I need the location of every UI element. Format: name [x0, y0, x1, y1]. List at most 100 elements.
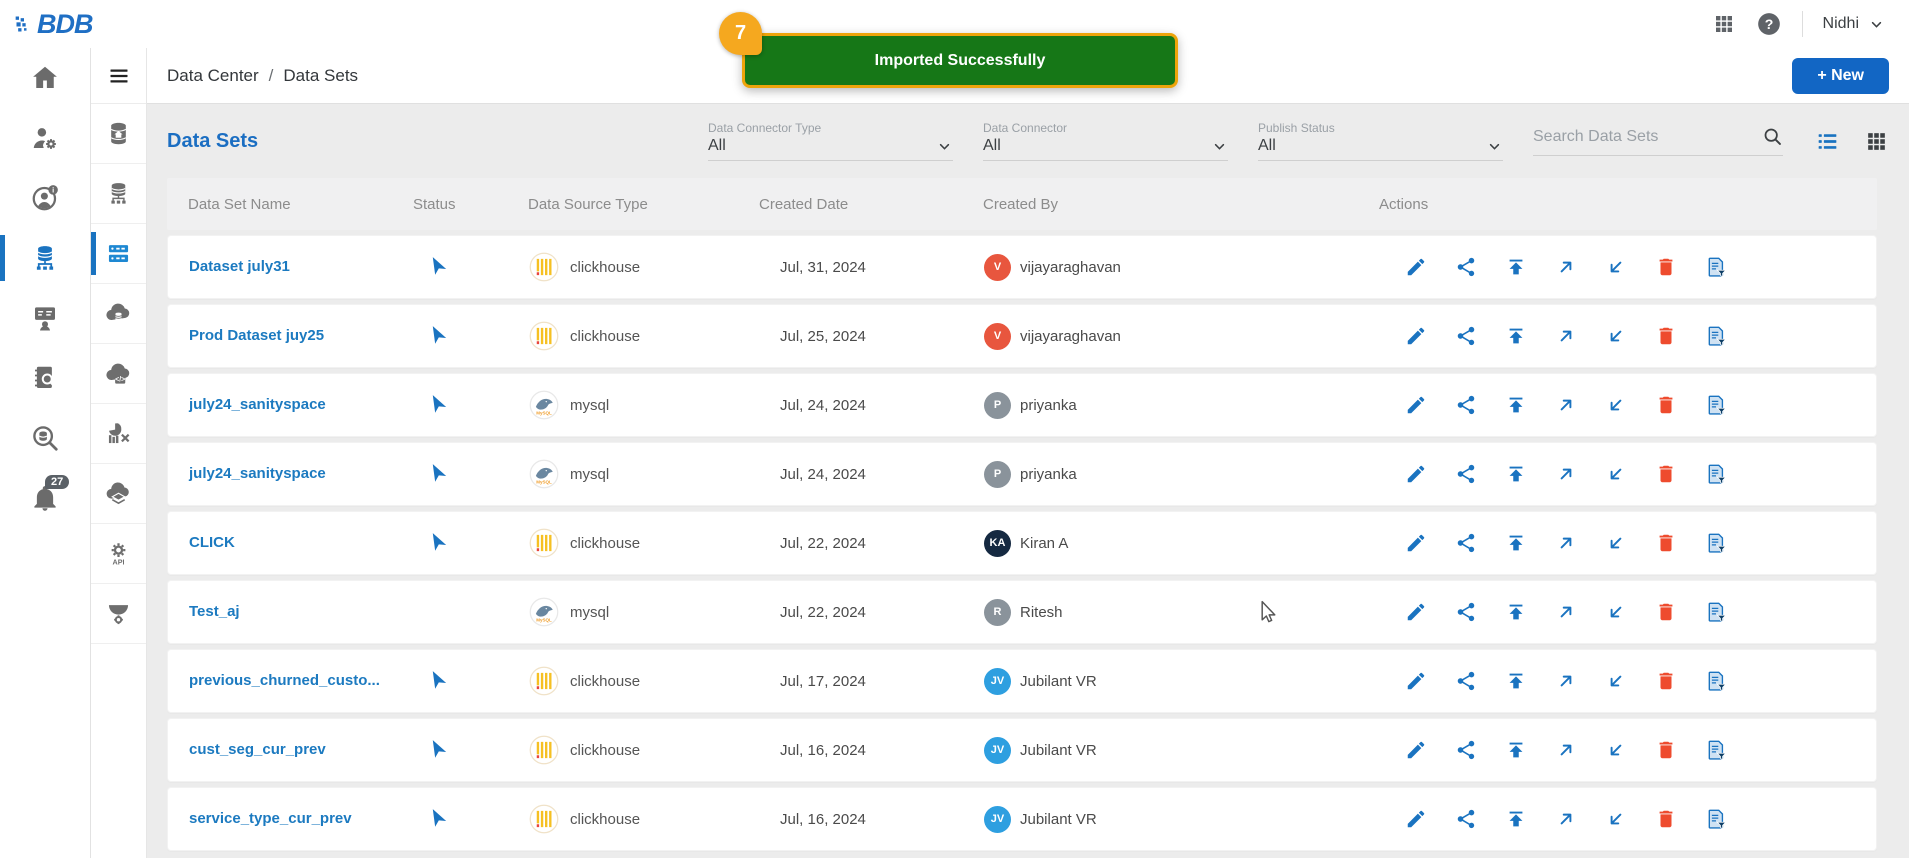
hamburger-menu-button[interactable]: [91, 48, 146, 104]
delete-icon[interactable]: [1655, 808, 1677, 830]
edit-icon[interactable]: [1405, 256, 1427, 278]
breadcrumb-data-sets[interactable]: Data Sets: [283, 66, 358, 86]
delete-icon[interactable]: [1655, 325, 1677, 347]
sidebar-item-data-connectors[interactable]: [91, 164, 146, 224]
sidebar-item-data-pipeline[interactable]: [91, 584, 146, 644]
edit-icon[interactable]: [1405, 808, 1427, 830]
data-prep-icon[interactable]: [1705, 739, 1727, 761]
sidebar-item-data-sets[interactable]: [91, 224, 146, 284]
sidebar-item-data-center[interactable]: [0, 228, 90, 288]
sidebar-item-api-services[interactable]: [91, 524, 146, 584]
dataset-name-link[interactable]: previous_churned_custo...: [189, 672, 380, 689]
share-icon[interactable]: [1455, 739, 1477, 761]
dataset-name-link[interactable]: Prod Dataset juy25: [189, 327, 324, 344]
help-icon[interactable]: [1756, 11, 1782, 37]
list-view-toggle[interactable]: [1815, 129, 1840, 154]
push-icon[interactable]: [1555, 463, 1577, 485]
publish-icon[interactable]: [1505, 463, 1527, 485]
delete-icon[interactable]: [1655, 256, 1677, 278]
pull-icon[interactable]: [1605, 808, 1627, 830]
sidebar-item-data-stores[interactable]: [91, 284, 146, 344]
pull-icon[interactable]: [1605, 601, 1627, 623]
publish-icon[interactable]: [1505, 808, 1527, 830]
edit-icon[interactable]: [1405, 394, 1427, 416]
dataset-name-link[interactable]: Dataset july31: [189, 258, 290, 275]
publish-icon[interactable]: [1505, 601, 1527, 623]
delete-icon[interactable]: [1655, 532, 1677, 554]
sidebar-item-data-science-lab[interactable]: [0, 288, 90, 348]
delete-icon[interactable]: [1655, 463, 1677, 485]
share-icon[interactable]: [1455, 670, 1477, 692]
new-button[interactable]: + New: [1792, 58, 1889, 94]
push-icon[interactable]: [1555, 532, 1577, 554]
dataset-name-link[interactable]: service_type_cur_prev: [189, 810, 352, 827]
delete-icon[interactable]: [1655, 739, 1677, 761]
apps-grid-icon[interactable]: [1712, 12, 1736, 36]
share-icon[interactable]: [1455, 463, 1477, 485]
sidebar-item-my-account[interactable]: [0, 168, 90, 228]
share-icon[interactable]: [1455, 532, 1477, 554]
sidebar-item-data-center-home[interactable]: [91, 104, 146, 164]
publish-icon[interactable]: [1505, 256, 1527, 278]
push-icon[interactable]: [1555, 670, 1577, 692]
sidebar-item-data-preparation[interactable]: [91, 404, 146, 464]
data-prep-icon[interactable]: [1705, 256, 1727, 278]
pull-icon[interactable]: [1605, 325, 1627, 347]
data-connector-type-select[interactable]: Data Connector Type All: [708, 121, 953, 161]
delete-icon[interactable]: [1655, 394, 1677, 416]
dataset-name-link[interactable]: cust_seg_cur_prev: [189, 741, 326, 758]
data-prep-icon[interactable]: [1705, 601, 1727, 623]
sidebar-item-user-management[interactable]: [0, 108, 90, 168]
pull-icon[interactable]: [1605, 739, 1627, 761]
search-input[interactable]: [1533, 128, 1762, 146]
publish-icon[interactable]: [1505, 670, 1527, 692]
push-icon[interactable]: [1555, 808, 1577, 830]
pull-icon[interactable]: [1605, 463, 1627, 485]
publish-icon[interactable]: [1505, 739, 1527, 761]
push-icon[interactable]: [1555, 739, 1577, 761]
share-icon[interactable]: [1455, 808, 1477, 830]
delete-icon[interactable]: [1655, 601, 1677, 623]
edit-icon[interactable]: [1405, 601, 1427, 623]
data-connector-select[interactable]: Data Connector All: [983, 121, 1228, 161]
dataset-name-link[interactable]: july24_sanityspace: [189, 396, 326, 413]
edit-icon[interactable]: [1405, 739, 1427, 761]
dataset-name-link[interactable]: CLICK: [189, 534, 235, 551]
push-icon[interactable]: [1555, 325, 1577, 347]
publish-status-select[interactable]: Publish Status All: [1258, 121, 1503, 161]
pull-icon[interactable]: [1605, 670, 1627, 692]
share-icon[interactable]: [1455, 394, 1477, 416]
push-icon[interactable]: [1555, 256, 1577, 278]
publish-icon[interactable]: [1505, 532, 1527, 554]
publish-icon[interactable]: [1505, 325, 1527, 347]
sidebar-item-search[interactable]: [0, 408, 90, 468]
data-prep-icon[interactable]: [1705, 394, 1727, 416]
dataset-name-link[interactable]: Test_aj: [189, 603, 240, 620]
search-icon[interactable]: [1762, 126, 1783, 147]
pull-icon[interactable]: [1605, 394, 1627, 416]
sidebar-item-home[interactable]: [0, 48, 90, 108]
delete-icon[interactable]: [1655, 670, 1677, 692]
dataset-name-link[interactable]: july24_sanityspace: [189, 465, 326, 482]
share-icon[interactable]: [1455, 325, 1477, 347]
publish-icon[interactable]: [1505, 394, 1527, 416]
user-menu[interactable]: Nidhi: [1823, 15, 1885, 33]
data-prep-icon[interactable]: [1705, 325, 1727, 347]
sidebar-item-data-store-metadata[interactable]: [91, 344, 146, 404]
push-icon[interactable]: [1555, 601, 1577, 623]
data-prep-icon[interactable]: [1705, 808, 1727, 830]
breadcrumb-data-center[interactable]: Data Center: [167, 66, 259, 86]
sidebar-item-data-catalog[interactable]: [0, 348, 90, 408]
pull-icon[interactable]: [1605, 532, 1627, 554]
pull-icon[interactable]: [1605, 256, 1627, 278]
share-icon[interactable]: [1455, 601, 1477, 623]
data-prep-icon[interactable]: [1705, 463, 1727, 485]
sidebar-item-data-sandbox[interactable]: [91, 464, 146, 524]
edit-icon[interactable]: [1405, 532, 1427, 554]
data-prep-icon[interactable]: [1705, 670, 1727, 692]
edit-icon[interactable]: [1405, 325, 1427, 347]
sidebar-item-notifications[interactable]: 27: [0, 468, 90, 528]
edit-icon[interactable]: [1405, 670, 1427, 692]
grid-view-toggle[interactable]: [1864, 129, 1889, 154]
edit-icon[interactable]: [1405, 463, 1427, 485]
